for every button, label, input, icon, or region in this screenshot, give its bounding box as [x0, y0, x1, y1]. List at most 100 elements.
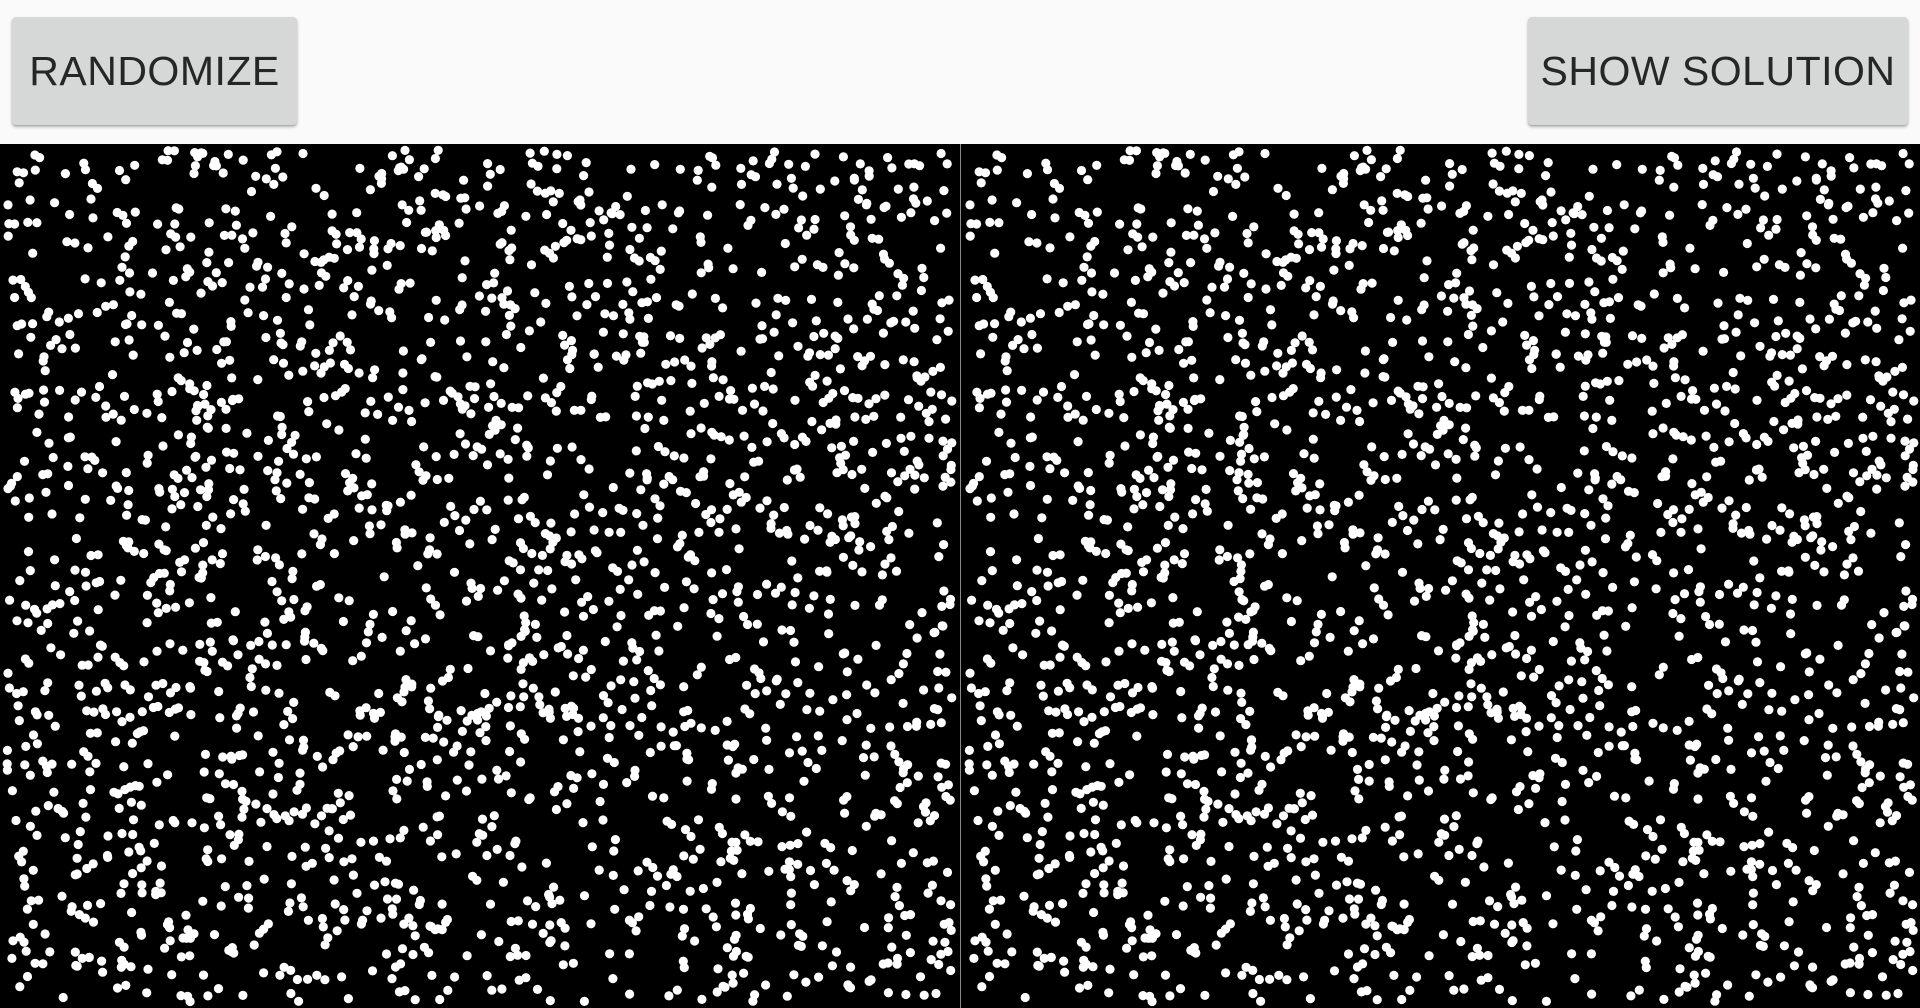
- dot: [846, 531, 856, 541]
- dot: [1584, 778, 1594, 788]
- dot: [777, 807, 788, 817]
- dot: [1784, 917, 1794, 927]
- dot: [225, 830, 235, 840]
- dot: [299, 742, 309, 752]
- dot: [486, 379, 496, 389]
- dot: [1819, 361, 1829, 371]
- dot: [27, 319, 38, 329]
- dot: [1722, 381, 1732, 391]
- dot: [1482, 565, 1492, 575]
- dot: [566, 225, 576, 235]
- dot: [542, 470, 553, 480]
- dot: [880, 360, 890, 370]
- dot: [347, 310, 357, 320]
- dot: [461, 204, 471, 214]
- dot: [115, 275, 125, 285]
- dot: [189, 386, 199, 396]
- dot: [1414, 409, 1424, 419]
- dot: [1265, 305, 1276, 315]
- dot: [1467, 492, 1477, 502]
- dot: [1237, 970, 1247, 980]
- dot: [1125, 770, 1135, 780]
- dot: [398, 346, 408, 356]
- dot: [529, 578, 539, 588]
- dot: [1242, 228, 1252, 239]
- dot: [110, 652, 120, 662]
- dot: [95, 576, 105, 587]
- dot: [315, 540, 325, 550]
- dot: [1711, 457, 1721, 467]
- show-solution-button[interactable]: SHOW SOLUTION: [1528, 17, 1908, 125]
- dot: [901, 989, 911, 1000]
- dot: [1891, 704, 1901, 714]
- dot: [1055, 652, 1065, 662]
- dot: [562, 550, 572, 560]
- dot: [488, 357, 498, 367]
- dot: [1754, 732, 1764, 742]
- dot: [845, 222, 856, 232]
- dot: [1724, 437, 1734, 447]
- dot: [1152, 161, 1162, 171]
- dot: [1708, 170, 1718, 180]
- dot: [173, 703, 184, 713]
- dot: [910, 484, 920, 494]
- dot: [244, 856, 254, 867]
- dot: [303, 974, 313, 984]
- dot: [1241, 962, 1251, 972]
- dot: [1520, 960, 1530, 970]
- dot: [1086, 485, 1096, 496]
- dot: [1658, 662, 1668, 672]
- dot: [1855, 477, 1865, 487]
- dot: [152, 777, 162, 787]
- dot: [1000, 959, 1010, 969]
- dot: [369, 249, 379, 259]
- dot: [461, 515, 471, 525]
- dot: [261, 332, 271, 343]
- dot: [1858, 433, 1868, 443]
- dot: [23, 618, 33, 628]
- dot: [534, 565, 544, 575]
- dot: [1604, 741, 1614, 751]
- dot: [402, 776, 412, 786]
- dot: [1846, 535, 1856, 545]
- dot: [185, 267, 195, 277]
- dot: [521, 950, 531, 961]
- dot: [186, 232, 196, 242]
- dot: [721, 565, 732, 575]
- dot: [116, 888, 126, 899]
- dot: [1224, 841, 1234, 852]
- dot: [282, 478, 292, 488]
- randomize-button[interactable]: RANDOMIZE: [12, 17, 297, 125]
- dot: [1104, 988, 1114, 998]
- dot: [830, 331, 840, 341]
- dot: [1130, 815, 1140, 826]
- dot: [1021, 808, 1031, 818]
- dot: [1405, 985, 1415, 996]
- dot: [1046, 952, 1056, 963]
- dot: [153, 608, 163, 618]
- dot: [1591, 253, 1602, 263]
- dot: [896, 433, 906, 443]
- dot: [1386, 948, 1396, 958]
- dot: [1534, 311, 1544, 321]
- dot: [1766, 603, 1776, 613]
- dot: [1305, 363, 1315, 374]
- dot: [1084, 510, 1094, 520]
- dot: [396, 959, 406, 969]
- dot: [1317, 163, 1327, 173]
- dot: [1602, 205, 1612, 216]
- dot: [202, 666, 212, 677]
- dot: [1483, 211, 1493, 221]
- dot: [992, 958, 1002, 968]
- dot: [1799, 736, 1809, 746]
- dot: [204, 479, 214, 489]
- dot: [1179, 358, 1189, 368]
- dot: [545, 920, 555, 930]
- dot: [627, 222, 637, 232]
- dot: [632, 655, 642, 665]
- dot: [803, 757, 813, 768]
- dot: [1380, 474, 1390, 485]
- dot: [919, 473, 929, 483]
- dot: [1234, 660, 1244, 671]
- dot: [474, 291, 484, 301]
